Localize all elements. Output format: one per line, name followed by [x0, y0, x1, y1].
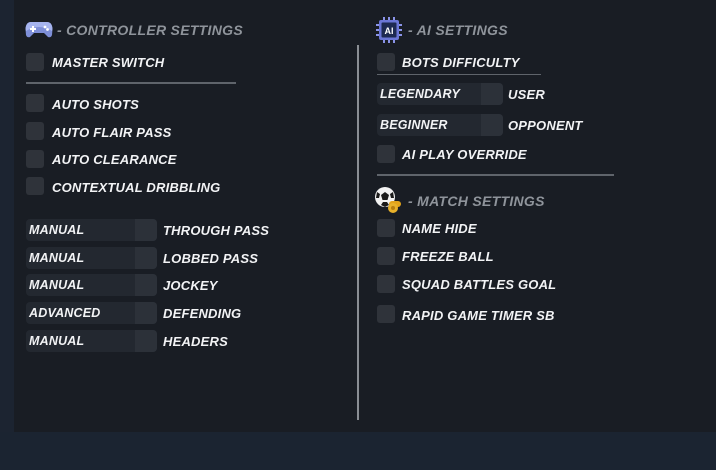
defending-value: ADVANCED — [29, 306, 101, 320]
jockey-select[interactable]: MANUAL — [26, 274, 157, 296]
squad-battles-goal-checkbox[interactable] — [377, 275, 395, 293]
select-arrow — [135, 274, 157, 296]
match-settings-title: - MATCH SETTINGS — [408, 193, 545, 209]
select-arrow — [135, 330, 157, 352]
contextual-dribbling-label: CONTEXTUAL DRIBBLING — [52, 180, 221, 195]
bots-difficulty-checkbox[interactable] — [377, 53, 395, 71]
auto-clearance-checkbox[interactable] — [26, 150, 44, 168]
jockey-label: JOCKEY — [163, 278, 218, 293]
select-arrow — [135, 302, 157, 324]
controller-settings-title: - CONTROLLER SETTINGS — [57, 22, 243, 38]
jockey-value: MANUAL — [29, 278, 85, 292]
user-label: USER — [508, 87, 545, 102]
contextual-dribbling-checkbox[interactable] — [26, 177, 44, 195]
opponent-difficulty-value: BEGINNER — [380, 118, 448, 132]
select-arrow — [481, 114, 503, 136]
headers-label: HEADERS — [163, 334, 228, 349]
auto-shots-checkbox[interactable] — [26, 94, 44, 112]
headers-value: MANUAL — [29, 334, 85, 348]
rapid-game-timer-sb-label: RAPID GAME TIMER SB — [402, 308, 555, 323]
select-arrow — [135, 219, 157, 241]
auto-shots-label: AUTO SHOTS — [52, 97, 139, 112]
lobbed-pass-label: LOBBED PASS — [163, 251, 259, 266]
ai-chip-icon: AI — [376, 17, 402, 43]
auto-flair-pass-checkbox[interactable] — [26, 122, 44, 140]
squad-battles-goal-label: SQUAD BATTLES GOAL — [402, 277, 557, 292]
master-switch-label: MASTER SWITCH — [52, 55, 165, 70]
freeze-ball-label: FREEZE BALL — [402, 249, 494, 264]
select-arrow — [481, 83, 503, 105]
lobbed-pass-select[interactable]: MANUAL — [26, 247, 157, 269]
opponent-label: OPPONENT — [508, 118, 583, 133]
ai-match-divider — [377, 174, 614, 176]
defending-label: DEFENDING — [163, 306, 242, 321]
auto-clearance-label: AUTO CLEARANCE — [52, 152, 177, 167]
gamepad-icon — [25, 22, 53, 38]
freeze-ball-checkbox[interactable] — [377, 247, 395, 265]
user-difficulty-value: LEGENDARY — [380, 87, 461, 101]
headers-select[interactable]: MANUAL — [26, 330, 157, 352]
ai-play-override-label: AI PLAY OVERRIDE — [402, 147, 527, 162]
bottom-strip — [0, 432, 716, 470]
name-hide-label: NAME HIDE — [402, 221, 477, 236]
rapid-game-timer-sb-checkbox[interactable] — [377, 305, 395, 323]
master-switch-checkbox[interactable] — [26, 53, 44, 71]
soccer-ball-whistle-icon — [375, 187, 401, 213]
ai-divider — [377, 74, 541, 75]
select-arrow — [135, 247, 157, 269]
lobbed-pass-value: MANUAL — [29, 251, 85, 265]
through-pass-label: THROUGH PASS — [163, 223, 270, 238]
svg-text:AI: AI — [385, 26, 394, 36]
ai-settings-title: - AI SETTINGS — [408, 22, 508, 38]
column-divider — [357, 45, 359, 420]
name-hide-checkbox[interactable] — [377, 219, 395, 237]
opponent-difficulty-select[interactable]: BEGINNER — [377, 114, 503, 136]
through-pass-select[interactable]: MANUAL — [26, 219, 157, 241]
through-pass-value: MANUAL — [29, 223, 85, 237]
ai-play-override-checkbox[interactable] — [377, 145, 395, 163]
user-difficulty-select[interactable]: LEGENDARY — [377, 83, 503, 105]
controller-divider — [26, 82, 236, 84]
auto-flair-pass-label: AUTO FLAIR PASS — [52, 125, 172, 140]
bots-difficulty-label: BOTS DIFFICULTY — [402, 55, 520, 70]
defending-select[interactable]: ADVANCED — [26, 302, 157, 324]
